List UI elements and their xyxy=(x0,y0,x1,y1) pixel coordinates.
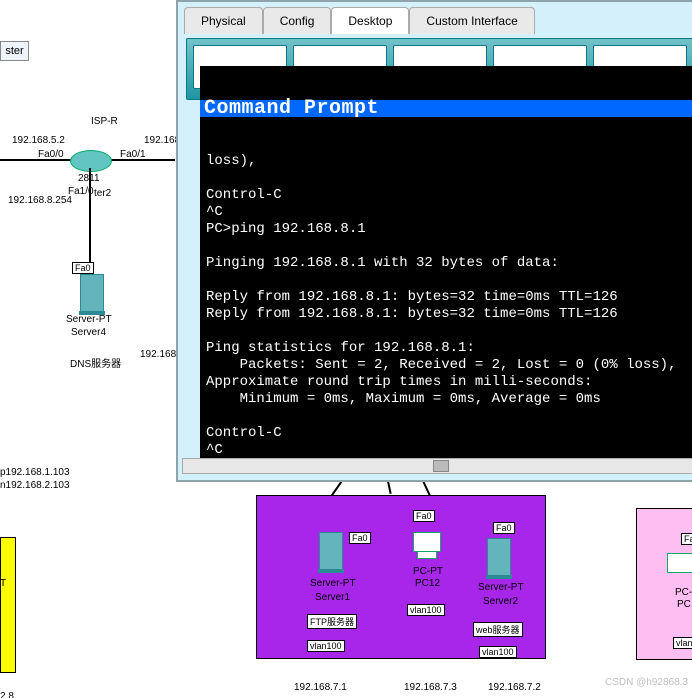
server4-type: Server-PT xyxy=(66,314,112,325)
left-ip-2: n192.168.2.103 xyxy=(0,480,70,491)
pink-vlan: vlan xyxy=(673,637,692,649)
ip-bottom-3: 192.168.7.2 xyxy=(488,682,541,693)
server1-type: Server-PT xyxy=(310,578,356,589)
router-label: ISP-R xyxy=(91,116,118,127)
server2-name: Server2 xyxy=(483,596,518,607)
ip-bottom-2: 192.168.7.3 xyxy=(404,682,457,693)
pink-name: PC xyxy=(677,599,691,610)
pc12-type: PC-PT xyxy=(413,566,443,577)
pc-base xyxy=(417,551,437,559)
scrollbar-thumb[interactable] xyxy=(433,460,449,472)
server1-name: Server1 xyxy=(315,592,350,603)
zone-purple: Fa0 Server-PT Server1 FTP服务器 vlan100 Fa0… xyxy=(256,495,546,659)
cluster-button[interactable]: ster xyxy=(0,41,29,61)
server-icon-server4[interactable] xyxy=(80,274,104,312)
device-window[interactable]: Physical Config Desktop Custom Interface… xyxy=(176,0,692,482)
command-prompt-output[interactable]: loss), Control-C ^C PC>ping 192.168.8.1 … xyxy=(200,151,692,458)
pc-icon-pc12[interactable] xyxy=(413,532,441,552)
left-28: 2.8 xyxy=(0,691,14,698)
server-icon-server1[interactable] xyxy=(319,532,343,570)
link-vertical xyxy=(89,168,91,268)
server4-name: Server4 xyxy=(71,327,106,338)
tab-config[interactable]: Config xyxy=(263,7,332,34)
ip-left: 192.168.5.2 xyxy=(12,135,65,146)
server2-type: Server-PT xyxy=(478,582,524,593)
router-ter2: ter2 xyxy=(94,188,111,199)
if-fa0-s2: Fa0 xyxy=(493,522,515,534)
pc12-vlan: vlan100 xyxy=(407,604,445,616)
if-fa0-pc: Fa0 xyxy=(413,510,435,522)
horizontal-scrollbar[interactable] xyxy=(182,458,692,474)
tab-custom[interactable]: Custom Interface xyxy=(409,7,534,34)
ip-8-254: 192.168.8.254 xyxy=(8,195,72,206)
server2-vlan: vlan100 xyxy=(479,646,517,658)
server1-vlan: vlan100 xyxy=(307,640,345,652)
server-icon-server2[interactable] xyxy=(487,538,511,576)
if-fa0-s4: Fa0 xyxy=(72,262,94,274)
tab-physical[interactable]: Physical xyxy=(184,7,263,34)
server2-role: web服务器 xyxy=(473,622,523,637)
server4-role: DNS服务器 xyxy=(70,355,121,370)
router-icon[interactable] xyxy=(70,150,112,172)
zone-yellow xyxy=(0,537,16,673)
command-prompt-title: Command Prompt xyxy=(200,100,692,117)
command-prompt-window[interactable]: Command Prompt loss), Control-C ^C PC>pi… xyxy=(200,66,692,458)
tab-desktop[interactable]: Desktop xyxy=(331,7,409,34)
left-t: T xyxy=(0,578,6,589)
pink-type: PC- xyxy=(675,587,692,598)
if-fa0-s1: Fa0 xyxy=(349,532,371,544)
pink-fa: Fa xyxy=(681,533,692,545)
ip-bottom-1: 192.168.7.1 xyxy=(294,682,347,693)
pc12-name: PC12 xyxy=(415,578,440,589)
left-ip-1: p192.168.1.103 xyxy=(0,467,70,478)
watermark: CSDN @h92868.3 xyxy=(605,677,688,688)
packet-tracer-canvas[interactable]: ster ISP-R 192.168.5.2 192.168 Fa0/0 Fa0… xyxy=(0,0,692,698)
tabs: Physical Config Desktop Custom Interface xyxy=(184,6,535,33)
server1-role: FTP服务器 xyxy=(307,614,357,629)
zone-pink: Fa PC- PC vlan xyxy=(636,508,692,660)
ip-right: 192.168 xyxy=(144,135,180,146)
pc-icon-pink[interactable] xyxy=(667,553,692,573)
